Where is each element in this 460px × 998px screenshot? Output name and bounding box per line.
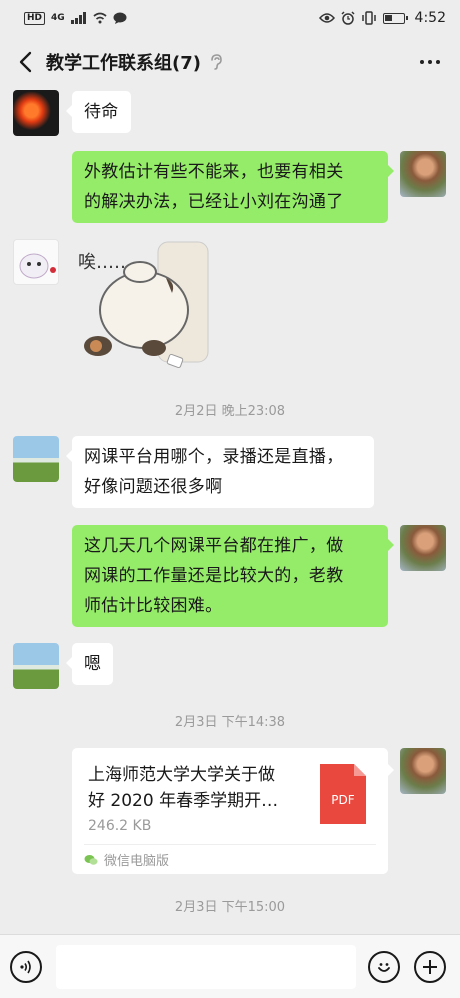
avatar-koi[interactable] <box>13 90 59 136</box>
timestamp: 2月2日 晚上23:08 <box>174 404 286 419</box>
signal-icon <box>70 12 86 24</box>
wifi-icon <box>93 12 107 24</box>
timestamp: 2月3日 下午15:00 <box>174 900 286 915</box>
message-bubble-incoming[interactable]: 嗯 <box>65 643 114 685</box>
message-line: 网课平台用哪个，录播还是直播， <box>84 447 344 467</box>
message-line: 师估计比较困难。 <box>84 596 223 616</box>
avatar-field[interactable] <box>13 436 59 482</box>
more-options-button[interactable] <box>412 48 448 76</box>
chevron-left-icon <box>19 51 32 73</box>
voice-input-button[interactable] <box>10 950 42 983</box>
status-time: 4:52 <box>414 10 446 26</box>
avatar-sticker-user[interactable] <box>13 239 59 285</box>
eye-icon <box>318 13 335 23</box>
chat-header: 教学工作联系组(7) <box>0 36 460 88</box>
avatar-field[interactable] <box>13 643 59 689</box>
message-bubble-incoming[interactable]: 网课平台用哪个，录播还是直播， 好像问题还很多啊 <box>66 436 374 508</box>
hd-indicator: HD <box>24 11 46 25</box>
message-line: 网课的工作量还是比较大的，老教 <box>84 566 344 586</box>
network-type: 4G <box>51 13 65 23</box>
back-button[interactable] <box>12 48 40 76</box>
avatar-self[interactable] <box>400 525 446 571</box>
vibrate-icon <box>361 11 376 25</box>
more-functions-button[interactable] <box>414 950 446 983</box>
message-bubble-outgoing[interactable]: 这几天几个网课平台都在推广，做 网课的工作量还是比较大的，老教 师估计比较困难。 <box>72 525 394 627</box>
status-bar: HD 4G 4:52 <box>0 0 460 36</box>
smiley-icon <box>378 962 390 972</box>
avatar-cartoon-icon <box>19 253 56 279</box>
chat-message-list[interactable]: 待命 外教估计有些不能来，也要有相关 的解决办法，已经让小刘在沟通了 唉…… 2… <box>0 88 460 934</box>
alarm-icon <box>341 11 355 25</box>
file-source-footer: 微信电脑版 <box>84 844 376 874</box>
plus-icon <box>423 959 437 974</box>
avatar-self[interactable] <box>400 748 446 794</box>
file-name: 上海师范大学大学关于做 好 2020 年春季学期开… <box>88 765 279 811</box>
file-message-card[interactable]: 上海师范大学大学关于做 好 2020 年春季学期开… 246.2 KB PDF … <box>72 748 394 874</box>
message-line: 好像问题还很多啊 <box>84 477 223 497</box>
message-input[interactable] <box>56 944 356 989</box>
avatar-self[interactable] <box>400 151 446 197</box>
ear-mute-icon <box>211 54 222 70</box>
file-source-label: 微信电脑版 <box>104 854 170 869</box>
pdf-file-icon: PDF <box>320 764 366 824</box>
sticker-raccoon[interactable]: 唉…… <box>76 238 216 378</box>
message-bubble-incoming[interactable]: 待命 <box>66 91 131 133</box>
chat-input-bar <box>0 934 460 998</box>
wechat-icon <box>84 854 98 865</box>
emoji-button[interactable] <box>368 950 400 983</box>
timestamp: 2月3日 下午14:38 <box>174 715 286 730</box>
chat-title: 教学工作联系组(7) <box>46 53 201 74</box>
message-line: 这几天几个网课平台都在推广，做 <box>84 536 344 556</box>
message-notification-icon <box>113 12 127 24</box>
battery-icon <box>382 12 408 24</box>
voice-icon <box>20 960 31 973</box>
message-bubble-outgoing[interactable]: 外教估计有些不能来，也要有相关 的解决办法，已经让小刘在沟通了 <box>72 151 394 223</box>
svg-text:PDF: PDF <box>331 793 354 807</box>
message-line: 外教估计有些不能来，也要有相关 <box>84 162 344 182</box>
message-line: 的解决办法，已经让小刘在沟通了 <box>84 192 344 212</box>
